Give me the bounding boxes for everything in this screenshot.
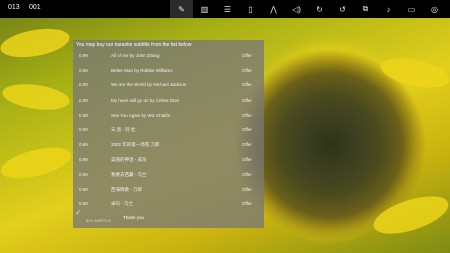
playlist-icon[interactable]: ☰ bbox=[216, 0, 239, 18]
check-icon[interactable]: ✓ bbox=[75, 208, 82, 217]
offer-button[interactable]: Offer bbox=[242, 142, 252, 147]
volume-icon[interactable]: ◁) bbox=[285, 0, 308, 18]
buy-subtitle-button[interactable]: BUY SUBTITLE bbox=[86, 219, 111, 223]
window-icon[interactable]: ▢ bbox=[446, 0, 450, 18]
price-label: 0.99 bbox=[79, 187, 88, 192]
edit-icon[interactable]: ✎ bbox=[170, 0, 193, 18]
subtitle-row[interactable]: 0.99 See You Again by Wiz Khalifa Offer bbox=[73, 110, 264, 121]
subtitle-row[interactable]: 0.99 西海情歌 - 刀郎 Offer bbox=[73, 184, 264, 195]
globe-icon[interactable]: ◎ bbox=[423, 0, 446, 18]
offer-button[interactable]: Offer bbox=[242, 98, 252, 103]
subtitle-row[interactable]: 0.99 All of me by John Zhang Offer bbox=[73, 50, 264, 61]
subtitle-row[interactable]: 0.99 美丽的神话 - 成龙 Offer bbox=[73, 154, 264, 165]
subtitle-row[interactable]: 0.99 We are the World by Michael Jackson… bbox=[73, 79, 264, 90]
offer-button[interactable]: Offer bbox=[242, 82, 252, 87]
rewind-icon[interactable]: ↺ bbox=[331, 0, 354, 18]
top-toolbar: 013 001 ✎ ▥ ☰ ▯ ⋀ ◁) ↻ ↺ ⧉ ♪ ▭ ◎ ▢ bbox=[0, 0, 450, 18]
price-label: 0.99 bbox=[79, 201, 88, 206]
song-title: 我要去西藏 - 乌兰 bbox=[111, 172, 147, 177]
price-label: 0.99 bbox=[79, 82, 88, 87]
counter-right: 001 bbox=[29, 4, 41, 11]
song-title: 西海情歌 - 刀郎 bbox=[111, 187, 142, 192]
offer-button[interactable]: Offer bbox=[242, 172, 252, 177]
price-label: 0.99 bbox=[79, 157, 88, 162]
price-label: 0.99 bbox=[79, 127, 88, 132]
subtitle-row[interactable]: 0.99 My heart will go on by Celine Dion … bbox=[73, 95, 264, 106]
song-title: 卓玛 - 乌兰 bbox=[111, 201, 133, 206]
offer-button[interactable]: Offer bbox=[242, 113, 252, 118]
subtitle-row[interactable]: 0.99 我要去西藏 - 乌兰 Offer bbox=[73, 169, 264, 180]
rotate-icon[interactable]: ↻ bbox=[308, 0, 331, 18]
sliders-icon[interactable]: ⧉ bbox=[354, 0, 377, 18]
offer-button[interactable]: Offer bbox=[242, 127, 252, 132]
price-label: 0.99 bbox=[79, 53, 88, 58]
offer-button[interactable]: Offer bbox=[242, 53, 252, 58]
song-title: My heart will go on by Celine Dion bbox=[111, 98, 180, 103]
price-label: 0.99 bbox=[79, 68, 88, 73]
thank-you-text: Thank you bbox=[123, 215, 145, 220]
subtitle-row[interactable]: 0.99 卓玛 - 乌兰 Offer bbox=[73, 198, 264, 209]
song-title: We are the World by Michael Jackson bbox=[111, 82, 187, 87]
price-label: 0.99 bbox=[79, 113, 88, 118]
counter-left: 013 bbox=[8, 4, 20, 11]
subtitle-row[interactable]: 0.99 天 黑 - 阿 杜 Offer bbox=[73, 124, 264, 135]
song-title: 2002 年的第一场雪 刀郎 bbox=[111, 142, 160, 147]
offer-button[interactable]: Offer bbox=[242, 157, 252, 162]
audio-effect-icon[interactable]: ⋀ bbox=[262, 0, 285, 18]
song-title: 美丽的神话 - 成龙 bbox=[111, 157, 147, 162]
subtitle-store-panel: You may buy our karaoke subtitle from th… bbox=[73, 40, 264, 228]
song-title: Better Man by Robbie Williams bbox=[111, 68, 173, 73]
price-label: 0.99 bbox=[79, 172, 88, 177]
screen-icon[interactable]: ▭ bbox=[400, 0, 423, 18]
subtitle-row[interactable]: 0.99 2002 年的第一场雪 刀郎 Offer bbox=[73, 139, 264, 150]
song-title: 天 黑 - 阿 杜 bbox=[111, 127, 136, 132]
offer-button[interactable]: Offer bbox=[242, 187, 252, 192]
library-icon[interactable]: ▥ bbox=[193, 0, 216, 18]
song-title: See You Again by Wiz Khalifa bbox=[111, 113, 171, 118]
subtitle-row[interactable]: 0.99 Better Man by Robbie Williams Offer bbox=[73, 65, 264, 76]
offer-button[interactable]: Offer bbox=[242, 201, 252, 206]
microphone-icon[interactable]: ♪ bbox=[377, 0, 400, 18]
price-label: 0.99 bbox=[79, 142, 88, 147]
toolbar-icons: ✎ ▥ ☰ ▯ ⋀ ◁) ↻ ↺ ⧉ ♪ ▭ ◎ ▢ bbox=[170, 0, 450, 18]
offer-button[interactable]: Offer bbox=[242, 68, 252, 73]
price-label: 0.99 bbox=[79, 98, 88, 103]
phone-icon[interactable]: ▯ bbox=[239, 0, 262, 18]
panel-heading: You may buy our karaoke subtitle from th… bbox=[76, 42, 192, 48]
song-title: All of me by John Zhang bbox=[111, 53, 160, 58]
